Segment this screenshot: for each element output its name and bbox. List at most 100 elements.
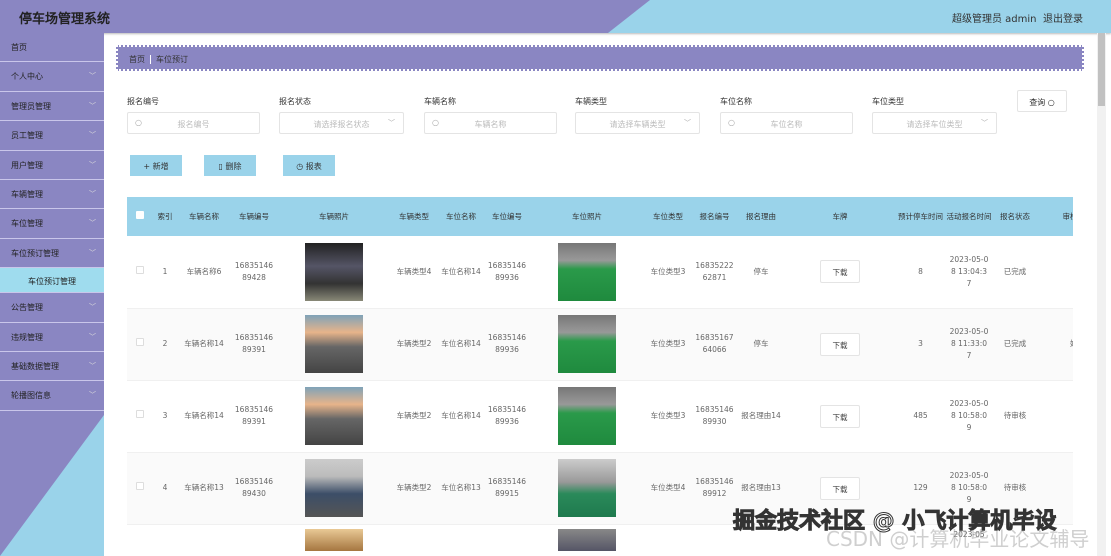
cell-index <box>152 524 178 551</box>
download-button[interactable]: 下载 <box>820 332 860 356</box>
cell-spot-name: 车位名称14 <box>438 308 484 381</box>
column-header: 报名理由 <box>737 197 785 236</box>
cell-spot-no: 1683514689915 <box>484 452 530 525</box>
spot-photo[interactable] <box>558 528 616 551</box>
sidebar-item[interactable]: 违规管理 ﹀ <box>0 323 104 352</box>
car-photo[interactable] <box>305 242 363 301</box>
chevron-down-icon: ﹀ <box>684 119 691 127</box>
clock-icon: ◷ <box>296 162 304 171</box>
filter-select[interactable]: 请选择报名状态 ﹀ <box>279 112 404 134</box>
breadcrumb: 首页 车位预订 <box>116 45 1084 71</box>
car-photo[interactable] <box>305 528 363 551</box>
row-checkbox[interactable] <box>135 265 144 274</box>
sidebar-item[interactable]: 车位预订管理 ﹀ <box>0 239 104 269</box>
filter-input[interactable]: ○ 车位名称 <box>720 112 853 134</box>
watermark-juejin: 掘金技术社区 @ 小飞计算机毕设 <box>732 509 1057 534</box>
column-header: 车位编号 <box>484 197 530 236</box>
sidebar-item[interactable]: 基础数据管理 ﹀ <box>0 352 104 382</box>
select-all-checkbox[interactable] <box>135 211 144 219</box>
download-button[interactable]: 下载 <box>820 404 860 428</box>
breadcrumb-home[interactable]: 首页 <box>129 55 145 64</box>
sidebar-item[interactable]: 用户管理 ﹀ <box>0 151 104 180</box>
spot-photo[interactable] <box>558 315 616 373</box>
query-button[interactable]: 查询 ○ <box>1017 90 1067 112</box>
filter-label: 车位类型 <box>872 97 904 106</box>
report-button[interactable]: ◷ 报表 <box>283 155 335 176</box>
filter-label: 车辆名称 <box>424 97 456 106</box>
scrollbar[interactable] <box>1097 33 1106 556</box>
cell-apply-no: 1683516764066 <box>692 308 737 381</box>
column-header: 车位照片 <box>530 197 644 236</box>
cell-car-no: 1683514689391 <box>230 308 278 381</box>
cell-time: 2023-05-08 11:33:07 <box>946 308 992 381</box>
sidebar-item[interactable]: 轮播图信息 ﹀ <box>0 381 104 411</box>
table-row: 3 车辆名称14 1683514689391 车辆类型2 车位名称14 168351468… <box>127 380 1073 453</box>
sidebar-item[interactable]: 管理员管理 ﹀ <box>0 92 104 122</box>
spot-photo[interactable] <box>558 387 616 445</box>
cell-spot-no: 1683514689936 <box>484 236 530 309</box>
cell-car-name: 车辆名称14 <box>178 380 230 453</box>
download-button[interactable]: 下载 <box>820 476 860 500</box>
sidebar-item[interactable]: 首页 <box>0 33 104 63</box>
sidebar-subitem-active[interactable]: 车位预订管理 <box>0 268 104 294</box>
cell-reason: 停车 <box>737 236 785 309</box>
cell-spot-type: 车位类型3 <box>644 236 692 309</box>
download-button[interactable]: 下载 <box>820 260 860 284</box>
cell-spot-type: 车位类型4 <box>644 452 692 525</box>
cell-car-name: 车辆名称14 <box>178 308 230 381</box>
cell-spot-no: 1683514689936 <box>484 308 530 381</box>
sidebar-item-label: 用户管理 <box>11 160 43 170</box>
column-header: 索引 <box>152 197 178 236</box>
sidebar-item-label: 违规管理 <box>11 332 43 342</box>
table-row: 1 车辆名称6 1683514689428 车辆类型4 车位名称14 1683514689… <box>127 236 1073 309</box>
chevron-down-icon: ﹀ <box>89 219 96 228</box>
sidebar-item-label: 管理员管理 <box>11 101 51 111</box>
sidebar-item[interactable]: 车位管理 ﹀ <box>0 209 104 239</box>
sidebar-item[interactable]: 员工管理 ﹀ <box>0 121 104 151</box>
cell-status: 已完成 <box>992 308 1038 381</box>
row-checkbox[interactable] <box>135 410 144 418</box>
row-checkbox[interactable] <box>135 338 144 346</box>
cell-car-type: 车辆类型2 <box>390 308 438 381</box>
cell-apply-no: 1683514689912 <box>692 452 737 525</box>
cell-car-type: 车辆类型4 <box>390 236 438 309</box>
chevron-down-icon: ﹀ <box>89 72 96 81</box>
cell-apply-no <box>692 524 737 551</box>
search-icon: ○ <box>1047 98 1055 107</box>
cell-index: 4 <box>152 452 178 525</box>
app-title: 停车场管理系统 <box>19 12 111 27</box>
chevron-down-icon: ﹀ <box>89 160 96 169</box>
car-photo[interactable] <box>305 387 363 445</box>
filter-select[interactable]: 请选择车辆类型 ﹀ <box>575 112 700 134</box>
current-user: 超级管理员 admin <box>952 14 1037 25</box>
filter-input[interactable]: ○ 报名编号 <box>127 112 260 134</box>
sidebar-item[interactable]: 公告管理 ﹀ <box>0 293 104 323</box>
cell-apply-no: 1683522262871 <box>692 236 737 309</box>
column-header: 车辆类型 <box>390 197 438 236</box>
cell-car-name: 车辆名称6 <box>178 236 230 309</box>
cell-car-type <box>390 524 438 551</box>
add-button[interactable]: + 新增 <box>130 155 182 176</box>
chevron-down-icon: ﹀ <box>89 303 96 312</box>
sidebar-item[interactable]: 个人中心 ﹀ <box>0 62 104 92</box>
filter-select[interactable]: 请选择车位类型 ﹀ <box>872 112 997 134</box>
cell-spot-type <box>644 524 692 551</box>
cell-car-no: 1683514689391 <box>230 380 278 453</box>
filter-input[interactable]: ○ 车辆名称 <box>424 112 557 134</box>
sidebar-item[interactable]: 车辆管理 ﹀ <box>0 180 104 210</box>
search-icon: ○ <box>432 118 439 127</box>
chevron-down-icon: ﹀ <box>89 391 96 400</box>
logout-link[interactable]: 退出登录 <box>1043 10 1083 25</box>
spot-photo[interactable] <box>558 459 616 517</box>
sidebar-item-label: 轮播图信息 <box>11 391 51 401</box>
cell-spot-name <box>438 524 484 551</box>
row-checkbox[interactable] <box>135 482 144 490</box>
car-photo[interactable] <box>305 315 363 373</box>
car-photo[interactable] <box>305 459 363 517</box>
cell-hours: 485 <box>895 380 946 453</box>
delete-button[interactable]: ▯ 删除 <box>204 155 256 176</box>
cell-apply-no: 1683514689930 <box>692 380 737 453</box>
trash-icon: ▯ <box>218 162 223 171</box>
spot-photo[interactable] <box>558 242 616 301</box>
cell-status: 已完成 <box>992 236 1038 309</box>
